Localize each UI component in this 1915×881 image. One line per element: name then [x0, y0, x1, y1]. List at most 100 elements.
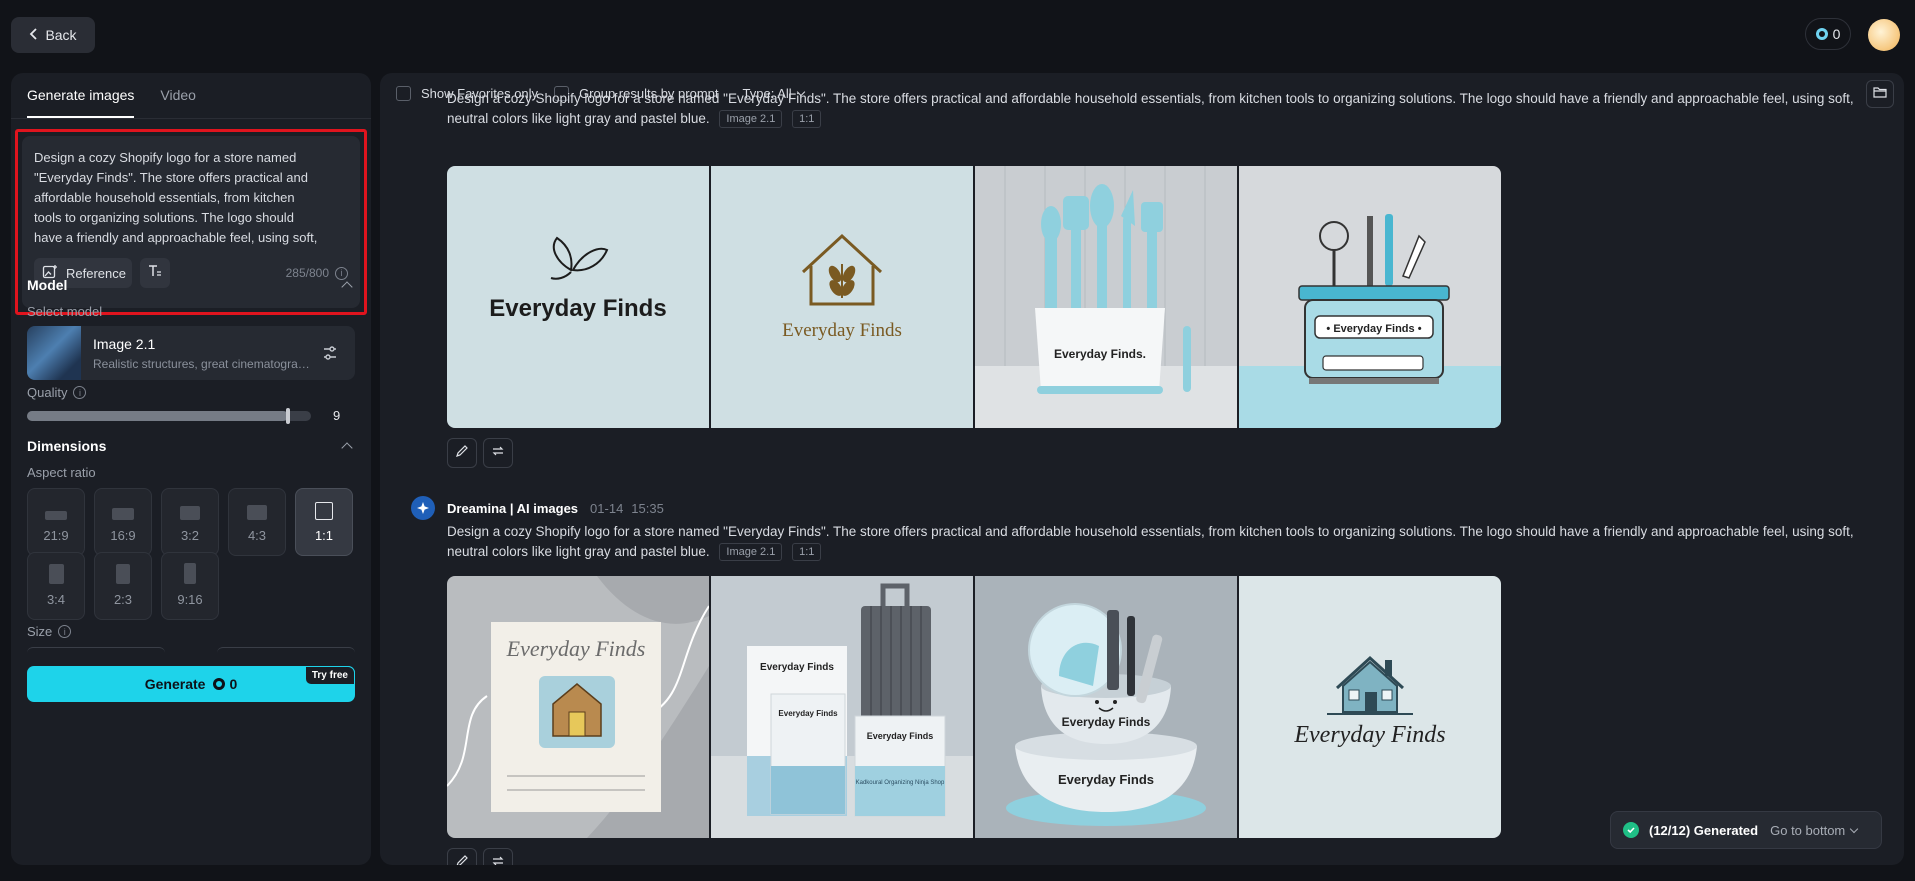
result-image[interactable]: Everyday Finds Everyday Finds Everyday F… — [711, 576, 973, 838]
ratio-9-16[interactable]: 9:16 — [161, 552, 219, 620]
author-date: 01-14 — [590, 500, 624, 516]
ratio-label: 3:4 — [46, 592, 66, 607]
pencil-icon — [455, 854, 469, 865]
size-option[interactable] — [27, 647, 165, 653]
packaging-image: Everyday Finds Everyday Finds Everyday F… — [711, 583, 973, 838]
prompt-textarea[interactable]: Design a cozy Shopify logo for a store n… — [34, 148, 324, 246]
image-text: Everyday Finds — [760, 662, 834, 673]
go-to-bottom-button[interactable]: Go to bottom — [1770, 822, 1859, 838]
ratio-2-3[interactable]: 2:3 — [94, 552, 152, 620]
ratio-label: 2:3 — [113, 592, 133, 607]
info-icon[interactable]: i — [73, 386, 87, 399]
pencil-icon — [455, 444, 469, 463]
generate-label: Generate — [144, 676, 206, 692]
chevron-left-icon — [29, 27, 39, 43]
dimensions-section-title: Dimensions — [27, 438, 107, 454]
regenerate-button[interactable] — [483, 438, 513, 468]
ratio-shape-icon — [247, 505, 267, 520]
house-script-logo-image: Everyday Finds — [1293, 655, 1446, 748]
card-house-image: Everyday Finds — [447, 576, 709, 838]
regenerate-button[interactable] — [483, 848, 513, 865]
quality-label: Quality — [27, 385, 68, 400]
repeat-icon — [491, 854, 505, 866]
chevron-up-icon — [341, 281, 353, 293]
ratio-1-1[interactable]: 1:1 — [295, 488, 353, 556]
model-section-header[interactable]: Model — [27, 277, 355, 293]
ratio-shape-icon — [184, 563, 196, 584]
tab-video[interactable]: Video — [160, 87, 196, 118]
mode-tabs: Generate images Video — [27, 87, 196, 118]
folder-icon — [1873, 85, 1887, 103]
size-label: Size — [27, 624, 53, 639]
ratio-16-9[interactable]: 16:9 — [94, 488, 152, 556]
image-text: • Everyday Finds • — [1326, 323, 1421, 335]
generate-cost: 0 — [213, 676, 237, 692]
dreamina-logo-icon — [411, 496, 435, 520]
generated-count: (12/12) Generated — [1649, 822, 1759, 838]
tab-divider — [11, 118, 371, 119]
sliders-icon[interactable] — [321, 344, 339, 362]
edit-button[interactable] — [447, 848, 477, 865]
ratio-3-4[interactable]: 3:4 — [27, 552, 85, 620]
generate-button[interactable]: Generate 0 Try free — [27, 666, 355, 702]
image-text: Everyday Finds. — [1054, 347, 1146, 361]
back-button[interactable]: Back — [11, 17, 95, 53]
back-label: Back — [45, 27, 77, 43]
aspect-ratio-label: Aspect ratio — [27, 465, 96, 480]
image-text: Everyday Finds — [1062, 715, 1151, 729]
ratio-4-3[interactable]: 4:3 — [228, 488, 286, 556]
image-text: Everyday Finds — [867, 731, 934, 741]
quality-value: 9 — [333, 408, 341, 423]
dimensions-section-header[interactable]: Dimensions — [27, 438, 355, 454]
checkbox-box[interactable] — [396, 86, 411, 101]
avatar[interactable] — [1868, 19, 1900, 51]
result-image[interactable]: Everyday Finds — [447, 166, 709, 428]
prompt-text: Design a cozy Shopify logo for a store n… — [447, 91, 1854, 126]
result-image[interactable]: • Everyday Finds • — [1239, 166, 1501, 428]
check-circle-icon — [1623, 822, 1639, 838]
image-text: Kadkoural Organizing Ninja Shop — [856, 780, 945, 786]
model-name: Image 2.1 — [93, 336, 156, 352]
bowl-stack-image: Everyday Finds Everyday Finds — [975, 576, 1237, 838]
model-thumbnail — [27, 326, 81, 380]
ratio-label: 3:2 — [180, 528, 200, 543]
result-image[interactable]: Everyday Finds Everyday Finds — [975, 576, 1237, 838]
tab-generate-images[interactable]: Generate images — [27, 87, 135, 118]
generate-cost-value: 0 — [229, 676, 238, 692]
edit-button[interactable] — [447, 438, 477, 468]
result-image[interactable]: Everyday Finds — [447, 576, 709, 838]
ratio-shape-icon — [48, 564, 64, 584]
quality-label-row: Quality i — [27, 385, 87, 400]
model-tag: Image 2.1 — [719, 543, 783, 561]
ratio-label: 16:9 — [110, 528, 136, 543]
model-selector[interactable]: Image 2.1 Realistic structures, great ci… — [27, 326, 355, 380]
size-option[interactable] — [217, 647, 355, 653]
result-image[interactable]: Everyday Finds — [1239, 576, 1501, 838]
info-icon[interactable]: i — [58, 625, 72, 638]
go-to-bottom-label: Go to bottom — [1770, 822, 1846, 838]
result-image[interactable]: Everyday Finds — [711, 166, 973, 428]
image-text: Everyday Finds — [506, 636, 646, 661]
prompt-text: Design a cozy Shopify logo for a store n… — [447, 524, 1854, 559]
quality-handle[interactable] — [286, 408, 291, 424]
credits-count: 0 — [1832, 26, 1841, 42]
kitchen-caddy-image: • Everyday Finds • — [1239, 214, 1501, 428]
ratio-3-2[interactable]: 3:2 — [161, 488, 219, 556]
ratio-21-9[interactable]: 21:9 — [27, 488, 85, 556]
group-1-prompt: Design a cozy Shopify logo for a store n… — [447, 89, 1867, 129]
credit-icon — [213, 678, 226, 690]
result-image[interactable]: Everyday Finds. — [975, 166, 1237, 428]
ratio-label: 4:3 — [247, 528, 267, 543]
house-leaf-logo-image: Everyday Finds — [782, 233, 902, 341]
model-tag: Image 2.1 — [719, 110, 783, 128]
quality-fill — [27, 411, 289, 421]
image-text: Everyday Finds — [1058, 772, 1154, 787]
ratio-tag: 1:1 — [792, 543, 822, 561]
credits-badge[interactable]: 0 — [1805, 18, 1851, 50]
model-section-title: Model — [27, 277, 68, 293]
model-description: Realistic structures, great cinematograp… — [93, 357, 311, 371]
repeat-icon — [491, 444, 505, 463]
select-model-label: Select model — [27, 304, 103, 319]
quality-slider[interactable] — [27, 408, 311, 424]
folder-button[interactable] — [1866, 80, 1894, 108]
